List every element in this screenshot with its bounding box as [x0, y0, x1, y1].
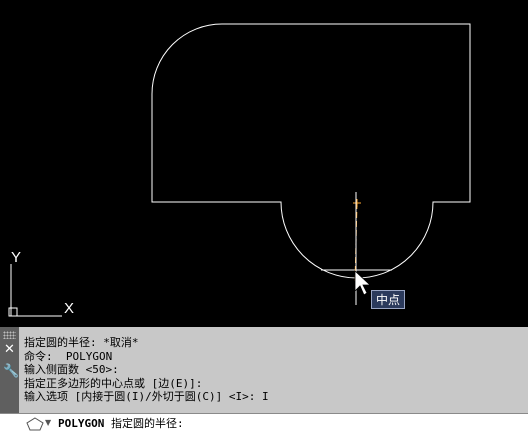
history-line: 指定正多边形的中心点或 [边(E)]: — [24, 376, 203, 390]
history-line: 指定圆的半径: *取消* — [24, 336, 139, 349]
command-history: 指定圆的半径: *取消* 命令: POLYGON 输入侧面数 <50>: 指定正… — [24, 336, 524, 404]
command-line-window: ✕ 🔧 指定圆的半径: *取消* 命令: POLYGON 输入侧面数 <50>:… — [0, 327, 528, 434]
close-icon[interactable]: ✕ — [3, 343, 16, 356]
prompt-message: 指定圆的半径: — [104, 417, 184, 430]
command-input[interactable]: ▼ POLYGON 指定圆的半径: — [0, 413, 528, 434]
drawing-geometry: Y X — [8, 23, 471, 317]
prompt-command: POLYGON — [58, 417, 105, 430]
chevron-down-icon[interactable]: ▼ — [45, 417, 51, 429]
ucs-icon — [8, 264, 62, 317]
ucs-y-label: Y — [11, 249, 21, 266]
grip-handle[interactable] — [3, 331, 16, 339]
cursor-arrow-icon — [354, 270, 372, 296]
history-line: 输入侧面数 <50>: — [24, 363, 119, 376]
drawing-canvas[interactable]: Y X 中点 — [0, 0, 528, 326]
ucs-x-label: X — [64, 300, 74, 317]
history-line: 输入选项 [内接于圆(I)/外切于圆(C)] <I>: I — [24, 390, 269, 403]
command-prompt: POLYGON 指定圆的半径: — [58, 416, 184, 431]
drawing-outline — [151, 23, 471, 279]
osnap-tooltip: 中点 — [371, 290, 406, 309]
command-line-sidebar: ✕ 🔧 — [0, 327, 19, 413]
history-line: 命令: POLYGON — [24, 349, 113, 363]
polygon-command-icon[interactable] — [26, 417, 44, 431]
wrench-icon[interactable]: 🔧 — [3, 365, 19, 378]
